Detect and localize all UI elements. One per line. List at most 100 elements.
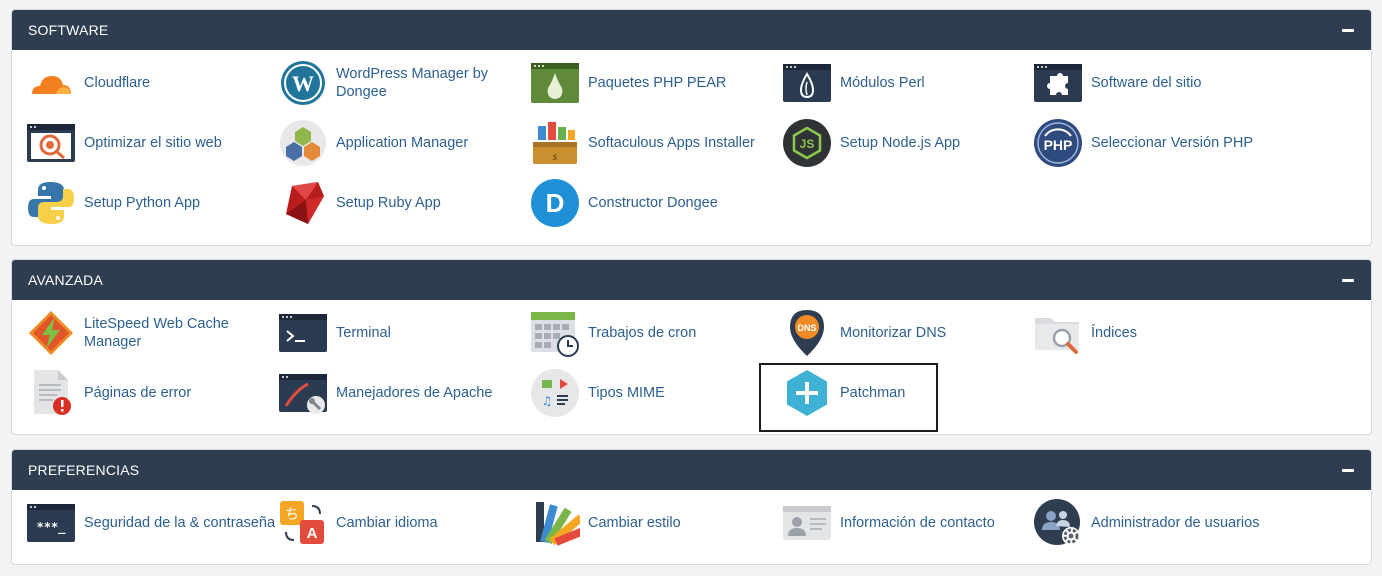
item-label: Información de contacto [840,515,995,531]
avanzada-panel: AVANZADA LiteSpeed Web Cache Manager Ter… [11,259,1372,435]
color-swatch-icon [530,498,580,548]
item-label: Software del sitio [1091,75,1202,91]
dns-monitor-item[interactable]: DNS Monitorizar DNS [782,306,946,360]
python-icon [26,178,76,228]
item-label: WordPress Manager by Dongee [336,66,489,100]
item-label: Application Manager [336,135,469,151]
perl-modules-item[interactable]: Módulos Perl [782,56,925,110]
preferencias-panel: PREFERENCIAS ***_ Seguridad de la & cont… [11,449,1372,565]
item-label: Setup Node.js App [840,135,961,151]
section-title: AVANZADA [28,272,103,288]
item-label: Cloudflare [84,75,151,91]
svg-text:DNS: DNS [797,323,816,333]
wordpress-manager-item[interactable]: W WordPress Manager by Dongee [278,56,501,110]
item-label: Cambiar idioma [336,515,438,531]
item-label: Módulos Perl [840,75,925,91]
folder-search-icon [1033,308,1083,358]
dongee-icon: D [530,178,580,228]
nodejs-icon: JS [782,118,832,168]
dongee-builder-item[interactable]: D Constructor Dongee [530,176,718,230]
item-label: Páginas de error [84,385,192,401]
change-style-item[interactable]: Cambiar estilo [530,496,681,550]
svg-text:***_: ***_ [37,520,67,535]
application-manager-item[interactable]: Application Manager [278,116,468,170]
item-label: Setup Python App [84,195,201,211]
apache-handler-icon [278,368,328,418]
ruby-app-item[interactable]: Setup Ruby App [278,176,441,230]
softaculous-item[interactable]: s Softaculous Apps Installer [530,116,755,170]
users-gear-icon [1033,498,1083,548]
terminal-item[interactable]: Terminal [278,306,391,360]
collapse-icon[interactable] [1341,23,1355,37]
item-label: Seguridad de la & contraseña [84,515,276,531]
item-label: Seleccionar Versión PHP [1091,135,1253,151]
svg-text:♫: ♫ [542,394,553,408]
puzzle-icon [1033,58,1083,108]
contact-info-item[interactable]: Información de contacto [782,496,995,550]
password-security-item[interactable]: ***_ Seguridad de la & contraseña [26,496,275,550]
item-label: Monitorizar DNS [840,325,947,341]
terminal-icon [278,308,328,358]
change-language-item[interactable]: ちA Cambiar idioma [278,496,438,550]
mime-icon: ♫ [530,368,580,418]
preferencias-header[interactable]: PREFERENCIAS [12,450,1371,490]
litespeed-icon [26,308,76,358]
apache-handlers-item[interactable]: Manejadores de Apache [278,366,492,420]
php-version-item[interactable]: PHP Seleccionar Versión PHP [1033,116,1253,170]
nodejs-item[interactable]: JS Setup Node.js App [782,116,960,170]
pear-icon [530,58,580,108]
item-label: Cambiar estilo [588,515,681,531]
item-label: Trabajos de cron [588,325,697,341]
python-app-item[interactable]: Setup Python App [26,176,200,230]
software-header[interactable]: SOFTWARE [12,10,1371,50]
collapse-icon[interactable] [1341,273,1355,287]
patchman-item[interactable]: Patchman [782,366,905,420]
item-label: Tipos MIME [588,385,665,401]
site-software-item[interactable]: Software del sitio [1033,56,1201,110]
item-label: Administrador de usuarios [1091,515,1260,531]
perl-icon [782,58,832,108]
indices-item[interactable]: Índices [1033,306,1137,360]
avanzada-header[interactable]: AVANZADA [12,260,1371,300]
svg-text:W: W [292,71,314,96]
password-icon: ***_ [26,498,76,548]
php-pear-item[interactable]: Paquetes PHP PEAR [530,56,726,110]
language-icon: ちA [278,498,328,548]
svg-text:D: D [546,188,565,218]
item-label: LiteSpeed Web Cache Manager [84,316,229,350]
svg-text:s: s [553,149,558,163]
litespeed-item[interactable]: LiteSpeed Web Cache Manager [26,306,249,360]
item-label: Terminal [336,325,391,341]
ruby-icon [278,178,328,228]
php-icon: PHP [1033,118,1083,168]
item-label: Patchman [840,385,906,401]
item-label: Paquetes PHP PEAR [588,75,727,91]
error-pages-item[interactable]: Páginas de error [26,366,191,420]
patchman-icon [782,368,832,418]
cloudflare-icon [26,58,76,108]
section-title: PREFERENCIAS [28,462,140,478]
section-title: SOFTWARE [28,22,109,38]
optimize-site-item[interactable]: Optimizar el sitio web [26,116,222,170]
item-label: Índices [1091,325,1137,341]
collapse-icon[interactable] [1341,463,1355,477]
svg-text:JS: JS [800,137,815,151]
cron-jobs-item[interactable]: Trabajos de cron [530,306,696,360]
svg-text:A: A [307,525,318,542]
mime-types-item[interactable]: ♫ Tipos MIME [530,366,665,420]
item-label: Constructor Dongee [588,195,718,211]
contact-card-icon [782,498,832,548]
item-label: Setup Ruby App [336,195,441,211]
svg-text:PHP: PHP [1044,137,1073,153]
svg-text:ち: ち [285,507,299,523]
app-manager-icon [278,118,328,168]
calendar-clock-icon [530,308,580,358]
optimize-icon [26,118,76,168]
cloudflare-item[interactable]: Cloudflare [26,56,150,110]
item-label: Softaculous Apps Installer [588,135,755,151]
softaculous-icon: s [530,118,580,168]
wordpress-icon: W [278,58,328,108]
user-manager-item[interactable]: Administrador de usuarios [1033,496,1259,550]
item-label: Manejadores de Apache [336,385,493,401]
item-label: Optimizar el sitio web [84,135,222,151]
